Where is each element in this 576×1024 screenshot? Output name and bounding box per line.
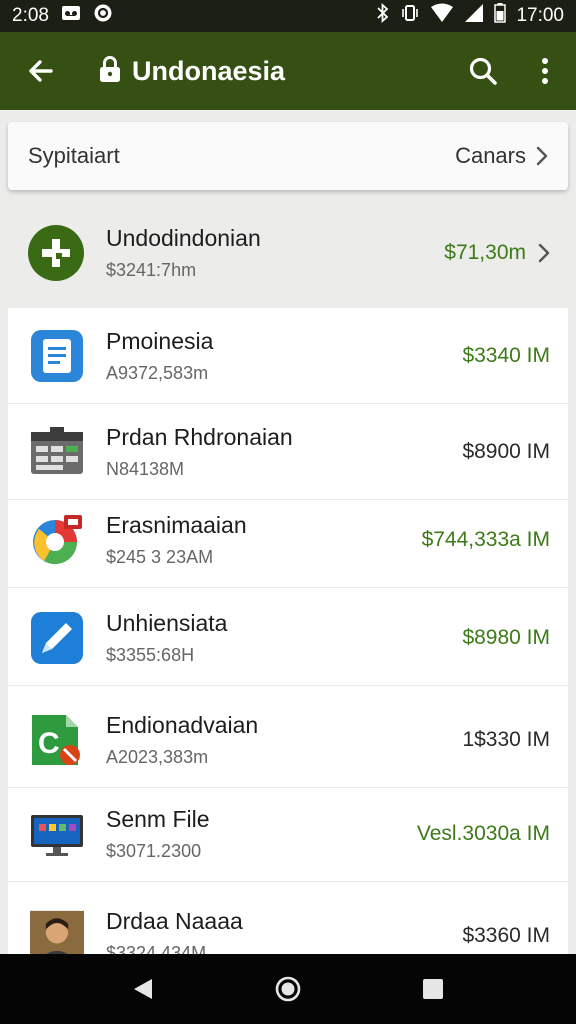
list-item[interactable]: Erasnimaaian $245 3 23AM $744,333a IM (8, 492, 568, 588)
filter-selector[interactable]: Sypitaiart Canars (8, 122, 568, 190)
list-item[interactable]: Unhiensiata $3355:68H $8980 IM (8, 590, 568, 686)
search-icon (469, 57, 497, 85)
item-amount: $3340 IM (462, 343, 550, 367)
status-time-right: 17:00 (516, 5, 564, 26)
filter-label: Sypitaiart (28, 143, 120, 168)
item-name: Drdaa Naaaa (106, 908, 243, 934)
chevron-right-icon (536, 146, 548, 166)
item-sub: N84138M (106, 458, 185, 479)
vibrate-icon (400, 3, 420, 29)
list-item[interactable]: Prdan Rhdronaian N84138M $8900 IM (8, 404, 568, 500)
more-options-button[interactable] (514, 32, 576, 110)
page-title: Undonaesia (132, 55, 286, 86)
list-item[interactable]: C Endionadvaian A2023,383m 1$330 IM (8, 692, 568, 788)
item-amount: $8980 IM (462, 625, 550, 649)
item-sub: $3324.434M (106, 943, 207, 954)
arrow-left-icon (29, 60, 53, 82)
app-bar: Undonaesia (0, 32, 576, 110)
item-amount: $3360 IM (462, 924, 550, 947)
wifi-icon (430, 3, 454, 29)
voicemail-icon (61, 5, 81, 27)
item-sub: A2023,383m (106, 746, 209, 767)
item-amount: Vesl.3030a IM (416, 821, 550, 845)
chart-app-icon (30, 513, 84, 567)
item-amount: $744,333a IM (421, 527, 550, 551)
monitor-icon (30, 807, 84, 861)
summary-sub: $3241:7hm (106, 260, 197, 280)
item-amount: 1$330 IM (462, 727, 550, 751)
summary-name: Undodindonian (106, 225, 261, 251)
signal-icon (464, 3, 484, 29)
list-item[interactable]: Drdaa Naaaa $3324.434M $3360 IM (8, 888, 568, 954)
nav-back-button[interactable] (113, 959, 173, 1019)
more-vert-icon (542, 58, 548, 84)
status-bar: 2:08 17:00 (0, 0, 576, 32)
item-name: Senm File (106, 805, 210, 832)
account-list: Pmoinesia A9372,583m $3340 IM Prdan Rhdr… (8, 308, 568, 954)
square-recents-icon (423, 979, 444, 999)
summary-amount: $71,30m (444, 241, 526, 264)
home-circle-icon (275, 976, 301, 1002)
chevron-right-icon (538, 243, 550, 263)
status-time-left: 2:08 (12, 5, 49, 26)
photo-avatar (30, 909, 84, 954)
triangle-back-icon (133, 979, 152, 999)
nav-home-button[interactable] (258, 959, 318, 1019)
pen-app-icon (30, 611, 84, 665)
item-sub: $3355:68H (106, 644, 195, 665)
nav-recents-button[interactable] (403, 959, 463, 1019)
battery-icon (494, 3, 507, 29)
item-name: Prdan Rhdronaian (106, 423, 293, 450)
bluetooth-icon (376, 2, 390, 29)
item-name: Unhiensiata (106, 609, 228, 636)
item-name: Endionadvaian (106, 711, 259, 738)
item-name: Erasnimaaian (106, 511, 247, 538)
system-nav-bar (0, 954, 576, 1024)
sync-icon (93, 3, 113, 29)
svg-text:C: C (38, 727, 60, 760)
filter-value: Canars (455, 143, 526, 168)
item-sub: $245 3 23AM (106, 546, 214, 567)
item-amount: $8900 IM (462, 439, 550, 463)
document-icon (30, 329, 84, 383)
search-button[interactable] (452, 32, 514, 110)
summary-row[interactable]: Undodindonian $3241:7hm $71,30m (0, 200, 576, 306)
list-item[interactable]: Pmoinesia A9372,583m $3340 IM (8, 308, 568, 404)
item-sub: $3071.2300 (106, 840, 202, 861)
item-name: Pmoinesia (106, 327, 214, 354)
c-app-icon: C (30, 713, 84, 767)
plus-badge-icon (28, 225, 84, 281)
calculator-icon (30, 425, 84, 479)
item-sub: A9372,583m (106, 362, 209, 383)
back-button[interactable] (0, 32, 80, 110)
list-item[interactable]: Senm File $3071.2300 Vesl.3030a IM (8, 786, 568, 882)
lock-icon (98, 55, 122, 88)
